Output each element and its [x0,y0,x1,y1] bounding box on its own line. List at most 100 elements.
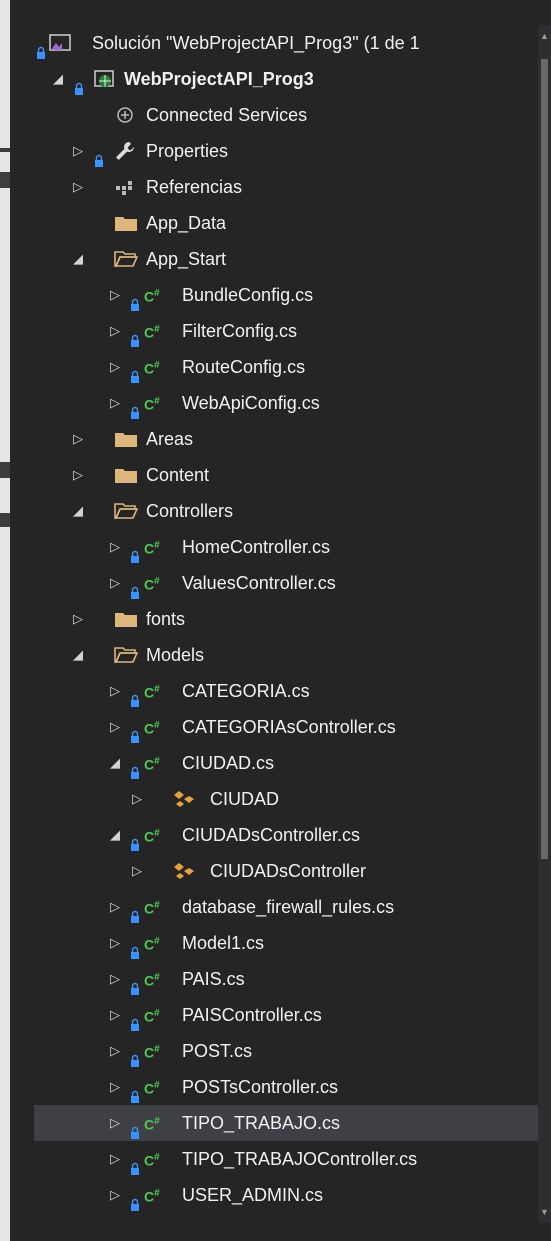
expand-arrow-icon[interactable]: ▷ [108,1105,122,1141]
tree-item[interactable]: ◢ Controllers [34,493,538,529]
tree-item[interactable]: ▷ C# database_firewall_rules.cs [34,889,538,925]
tree-item[interactable]: ▷ Properties [34,133,538,169]
collapse-arrow-icon[interactable]: ◢ [71,241,85,277]
expand-arrow-icon[interactable]: ▷ [71,133,85,169]
tree-item[interactable]: ▷ C# BundleConfig.cs [34,277,538,313]
expand-arrow-icon[interactable]: ▷ [108,1141,122,1177]
tree-item[interactable]: ▷ C# POST.cs [34,1033,538,1069]
tree-item[interactable]: ▷ C# CATEGORIA.cs [34,673,538,709]
tree-item[interactable]: ▷ C# HomeController.cs [34,529,538,565]
expand-arrow-icon[interactable]: ▷ [108,1213,122,1223]
csharp-icon: C# [144,899,160,917]
source-control-lock-icon [130,324,140,347]
dock-tab-marker[interactable] [0,172,10,188]
solution-explorer-tree[interactable]: Solución "WebProjectAPI_Prog3" (1 de 1 ◢ W… [34,25,538,1223]
wrench-icon [114,133,136,169]
tree-item[interactable]: ▷ C# TIPO_TRABAJO.cs [34,1105,538,1141]
expand-arrow-icon[interactable]: ▷ [71,421,85,457]
tree-item-label: CIUDADsController.cs [182,825,361,845]
expand-arrow-icon[interactable]: ▷ [108,277,122,313]
tree-item[interactable]: ◢ App_Start [34,241,538,277]
tree-item[interactable]: Solución "WebProjectAPI_Prog3" (1 de 1 [34,25,538,61]
tree-item[interactable]: ▷ C# ValuesController.cs [34,565,538,601]
tree-item[interactable]: Connected Services [34,97,538,133]
scrollbar-thumb[interactable] [541,59,548,859]
expand-arrow-icon[interactable]: ▷ [108,529,122,565]
tree-item[interactable]: ▷ C# FilterConfig.cs [34,313,538,349]
vertical-scrollbar[interactable]: ▲ ▼ [538,25,551,1223]
expand-arrow-icon[interactable]: ▷ [130,853,144,889]
expand-arrow-icon[interactable]: ▷ [108,385,122,421]
expand-arrow-icon[interactable]: ▷ [130,781,144,817]
tree-item[interactable]: ▷ Content [34,457,538,493]
csharp-icon: C# [144,1043,160,1061]
tree-item[interactable]: ▷ C# USER_ADMINController.cs [34,1213,538,1223]
csharp-icon: C# [144,971,160,989]
folder-icon [114,421,138,457]
scroll-up-arrow[interactable]: ▲ [540,31,549,41]
folder-icon [114,601,138,637]
tree-item[interactable]: ▷ Areas [34,421,538,457]
tree-item-label: Solución "WebProjectAPI_Prog3" (1 de 1 [92,33,420,53]
tree-item-label: USER_ADMIN.cs [182,1185,324,1205]
tree-item[interactable]: App_Data [34,205,538,241]
expand-arrow-icon[interactable]: ▷ [108,925,122,961]
tree-item[interactable]: ◢ WebProjectAPI_Prog3 [34,61,538,97]
tree-item[interactable]: ▷ C# PAIS.cs [34,961,538,997]
csharp-icon: C# [144,827,160,845]
tree-item-label: BundleConfig.cs [182,285,314,305]
web-project-icon [92,61,118,97]
tree-item[interactable]: ◢ C# CIUDAD.cs [34,745,538,781]
source-control-lock-icon [130,1044,140,1067]
tree-item[interactable]: ▷ CIUDAD [34,781,538,817]
tree-item[interactable]: ▷ C# Model1.cs [34,925,538,961]
collapse-arrow-icon[interactable]: ◢ [108,745,122,781]
expand-arrow-icon[interactable]: ▷ [71,169,85,205]
csharp-icon: C# [144,323,160,341]
collapse-arrow-icon[interactable]: ◢ [51,61,65,97]
expand-arrow-icon[interactable]: ▷ [108,709,122,745]
tree-item[interactable]: ◢ Models [34,637,538,673]
source-control-lock-icon [74,72,84,95]
tree-item-label: USER_ADMINController.cs [182,1213,400,1223]
dock-tab-marker[interactable] [0,462,10,478]
expand-arrow-icon[interactable]: ▷ [108,961,122,997]
dock-tab-marker[interactable] [0,513,10,527]
scroll-down-arrow[interactable]: ▼ [540,1207,549,1217]
folder-open-icon [114,493,138,529]
expand-arrow-icon[interactable]: ▷ [108,349,122,385]
tree-item[interactable]: ▷ fonts [34,601,538,637]
expand-arrow-icon[interactable]: ▷ [108,673,122,709]
source-control-lock-icon [94,144,104,167]
tree-item[interactable]: ▷ C# CATEGORIAsController.cs [34,709,538,745]
tree-item-label: ValuesController.cs [182,573,336,593]
tree-item[interactable]: ▷ C# PAISController.cs [34,997,538,1033]
expand-arrow-icon[interactable]: ▷ [71,457,85,493]
expand-arrow-icon[interactable]: ▷ [108,565,122,601]
source-control-lock-icon [130,396,140,419]
collapse-arrow-icon[interactable]: ◢ [71,637,85,673]
tree-item[interactable]: ▷ CIUDADsController [34,853,538,889]
left-dock-strip [0,0,10,1241]
expand-arrow-icon[interactable]: ▷ [108,1069,122,1105]
expand-arrow-icon[interactable]: ▷ [108,1177,122,1213]
tree-item-label: App_Start [146,249,227,269]
tree-item[interactable]: ▷ C# WebApiConfig.cs [34,385,538,421]
tree-item[interactable]: ◢ C# CIUDADsController.cs [34,817,538,853]
expand-arrow-icon[interactable]: ▷ [108,1033,122,1069]
source-control-lock-icon [130,900,140,923]
tree-item[interactable]: ▷ C# TIPO_TRABAJOController.cs [34,1141,538,1177]
collapse-arrow-icon[interactable]: ◢ [108,817,122,853]
tree-item-label: App_Data [146,213,227,233]
expand-arrow-icon[interactable]: ▷ [108,313,122,349]
expand-arrow-icon[interactable]: ▷ [108,997,122,1033]
source-control-lock-icon [36,36,46,59]
collapse-arrow-icon[interactable]: ◢ [71,493,85,529]
expand-arrow-icon[interactable]: ▷ [108,889,122,925]
tree-item[interactable]: ▷ C# RouteConfig.cs [34,349,538,385]
expand-arrow-icon[interactable]: ▷ [71,601,85,637]
dock-tab-marker[interactable] [0,148,10,152]
tree-item[interactable]: ▷ C# POSTsController.cs [34,1069,538,1105]
tree-item[interactable]: ▷ Referencias [34,169,538,205]
tree-item[interactable]: ▷ C# USER_ADMIN.cs [34,1177,538,1213]
